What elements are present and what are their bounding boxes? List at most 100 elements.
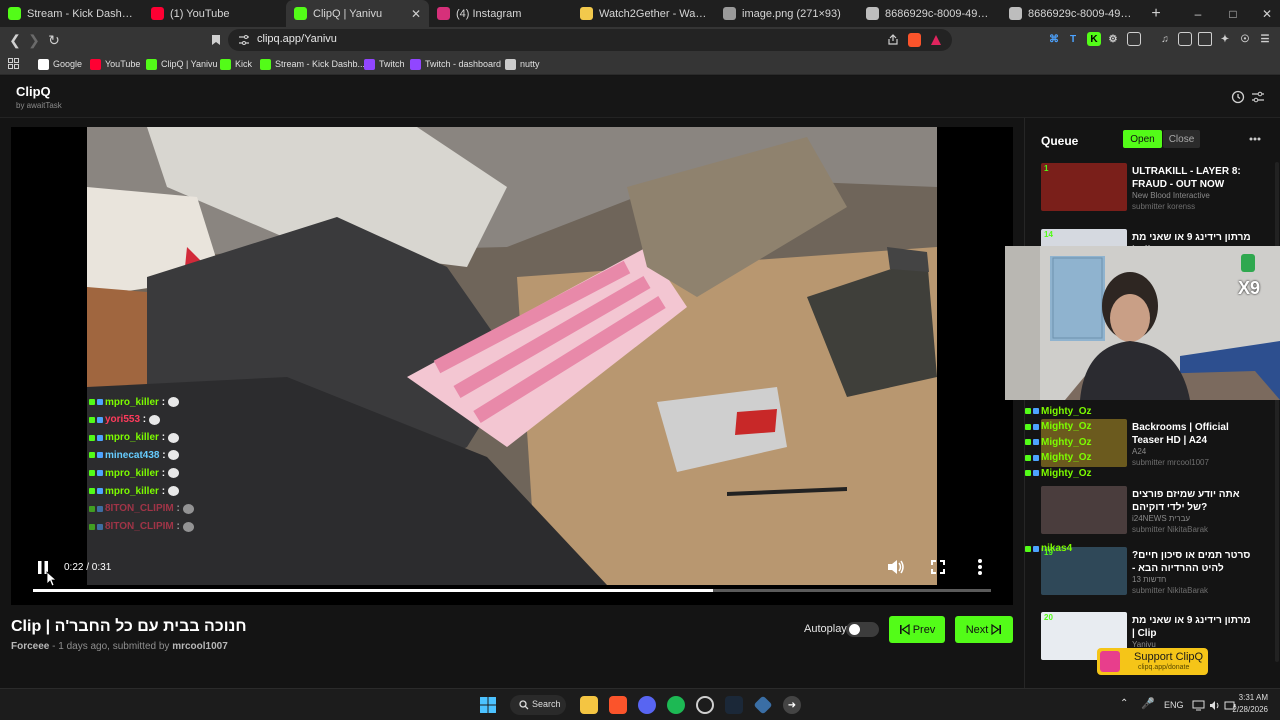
brave-rewards-icon[interactable]: [930, 34, 942, 46]
sidebar-icon[interactable]: [1178, 32, 1192, 46]
chat-username: minecat438: [105, 449, 160, 461]
queue-open-button[interactable]: Open: [1123, 130, 1162, 148]
maximize-icon[interactable]: □: [1216, 0, 1250, 27]
screenshot-icon[interactable]: [1127, 32, 1141, 46]
bookmark-item[interactable]: Kick: [220, 57, 252, 71]
prev-button[interactable]: Prev: [889, 616, 945, 643]
kick-extension-icon[interactable]: K: [1087, 32, 1101, 46]
queue-item-channel: A24: [1132, 447, 1147, 456]
queue-scrollbar[interactable]: [1275, 162, 1279, 662]
browser-tab[interactable]: ClipQ | Yanivu ✕: [286, 0, 429, 27]
chat-badge-icon: [1033, 408, 1039, 414]
chat-username: mpro_killer: [105, 485, 159, 497]
next-button[interactable]: Next: [955, 616, 1013, 643]
discord-icon[interactable]: [638, 696, 656, 714]
leo-icon[interactable]: ✦: [1218, 32, 1232, 46]
windows-start-icon[interactable]: [479, 696, 497, 714]
volume-icon[interactable]: [887, 559, 905, 575]
address-bar[interactable]: clipq.app/Yanivu: [228, 29, 952, 51]
bookmarks-bar: Google YouTube ClipQ | Yanivu Kick Stream - …: [0, 53, 1280, 75]
browser-tab-title: 8686929c-8009-4952-bb72-53: [1028, 7, 1136, 20]
close-window-icon[interactable]: ✕: [1250, 0, 1280, 27]
puzzle-icon[interactable]: ⚙: [1106, 32, 1120, 46]
queue-close-button[interactable]: Close: [1163, 130, 1200, 148]
queue-item-title: Backrooms | Official Teaser HD | A24: [1132, 422, 1229, 446]
queue-item[interactable]: אתה יודע שמיזם פורצים של ילדי דוקיהם? i24…: [1041, 486, 1273, 538]
queue-more-icon[interactable]: [1249, 137, 1261, 141]
queue-thumbnail[interactable]: 1: [1041, 163, 1127, 211]
bookmark-item[interactable]: nutty: [505, 57, 540, 71]
chat-badge-icon: [89, 505, 95, 512]
chat-separator: :: [159, 449, 169, 461]
site-info-icon[interactable]: [238, 34, 250, 46]
history-icon[interactable]: [1231, 90, 1245, 104]
reload-icon[interactable]: ↻: [45, 31, 63, 49]
steam-icon[interactable]: [725, 696, 743, 714]
chat-username: yori553: [105, 414, 141, 426]
bookmark-icon[interactable]: [207, 31, 225, 49]
forward-icon[interactable]: ❯: [25, 31, 43, 49]
browser-tab[interactable]: image.png (271×93): [715, 0, 858, 27]
browser-tab[interactable]: (1) YouTube: [143, 0, 286, 27]
taskbar-search[interactable]: Search: [510, 695, 566, 715]
brave-shield-icon[interactable]: [908, 33, 921, 47]
clip-channel[interactable]: Forceee: [11, 641, 49, 652]
progress-bar[interactable]: [33, 589, 991, 592]
speaker-icon[interactable]: [1209, 700, 1221, 711]
extension-icon-1[interactable]: ⌘: [1047, 32, 1061, 46]
bookmark-item[interactable]: Twitch - dashboard: [410, 57, 501, 71]
close-tab-icon[interactable]: ✕: [411, 7, 421, 21]
chat-badge-icon: [1033, 470, 1039, 476]
apps-grid-icon[interactable]: [8, 58, 19, 69]
bookmark-item[interactable]: Twitch: [364, 57, 405, 71]
spotify-icon[interactable]: [667, 696, 685, 714]
new-tab-button[interactable]: +: [1144, 0, 1168, 27]
queue-thumbnail[interactable]: [1041, 486, 1127, 534]
queue-title: Queue: [1041, 134, 1079, 148]
app-icon-arrow[interactable]: ➜: [783, 696, 801, 714]
browser-tab[interactable]: Stream - Kick Dashboard: [0, 0, 143, 27]
clock-date[interactable]: 2/28/2026: [1224, 705, 1268, 714]
browser-tab[interactable]: Watch2Gether - Watch Videos: [572, 0, 715, 27]
chat-badge-icon: [97, 416, 103, 423]
network-icon[interactable]: [1192, 700, 1205, 711]
video-player[interactable]: mpro_killer : yori553 : mpro_killer : mi…: [11, 127, 1013, 605]
chat-badge-icon: [97, 523, 103, 530]
browser-tab[interactable]: 8686929c-8009-4952-bb72-53: [1001, 0, 1144, 27]
clock-time[interactable]: 3:31 AM: [1236, 693, 1268, 702]
support-clipq-banner[interactable]: Support ClipQ clipq.app/donate: [1097, 648, 1208, 675]
wallet-icon[interactable]: [1198, 32, 1212, 46]
share-icon[interactable]: [887, 34, 899, 46]
settings-sliders-icon[interactable]: [1251, 90, 1265, 104]
browser-tab[interactable]: 8686929c-8009-4952-bb72-53: [858, 0, 1001, 27]
bookmark-favicon-icon: [364, 58, 375, 70]
bookmark-item[interactable]: Stream - Kick Dashb...: [260, 57, 365, 71]
app-logo[interactable]: ClipQ: [16, 84, 51, 99]
translate-icon[interactable]: T: [1066, 32, 1080, 46]
minimize-icon[interactable]: –: [1181, 0, 1215, 27]
music-icon[interactable]: ♫: [1158, 32, 1172, 46]
chat-username: Mighty_Oz: [1041, 452, 1092, 463]
file-explorer-icon[interactable]: [580, 696, 598, 714]
queue-item[interactable]: 19 סרטר תמים או סיכון חיים? להיט ההרדיוה …: [1041, 547, 1273, 599]
vpn-icon[interactable]: ☉: [1238, 32, 1252, 46]
bookmark-item[interactable]: Google: [38, 57, 82, 71]
back-icon[interactable]: ❮: [6, 31, 24, 49]
browser-tab[interactable]: (4) Instagram: [429, 0, 572, 27]
microphone-icon[interactable]: 🎤: [1141, 697, 1155, 710]
more-options-icon[interactable]: [977, 558, 983, 576]
bookmark-item[interactable]: YouTube: [90, 57, 140, 71]
language-indicator[interactable]: ENG: [1164, 700, 1184, 710]
brave-browser-icon[interactable]: [609, 696, 627, 714]
menu-icon[interactable]: ☰: [1258, 32, 1272, 46]
video-frame[interactable]: [87, 127, 937, 585]
bookmark-item[interactable]: ClipQ | Yanivu: [146, 57, 218, 71]
obs-icon[interactable]: [696, 696, 714, 714]
autoplay-toggle[interactable]: [846, 622, 879, 637]
fullscreen-icon[interactable]: [931, 560, 945, 574]
app-icon-diamond[interactable]: [753, 695, 773, 715]
bookmark-label: ClipQ | Yanivu: [161, 59, 218, 69]
tray-chevron-icon[interactable]: ⌃: [1120, 698, 1128, 709]
queue-item[interactable]: 1 ULTRAKILL - LAYER 8: FRAUD - OUT NOW New…: [1041, 163, 1273, 215]
clip-submitter[interactable]: mrcool1007: [172, 641, 228, 652]
